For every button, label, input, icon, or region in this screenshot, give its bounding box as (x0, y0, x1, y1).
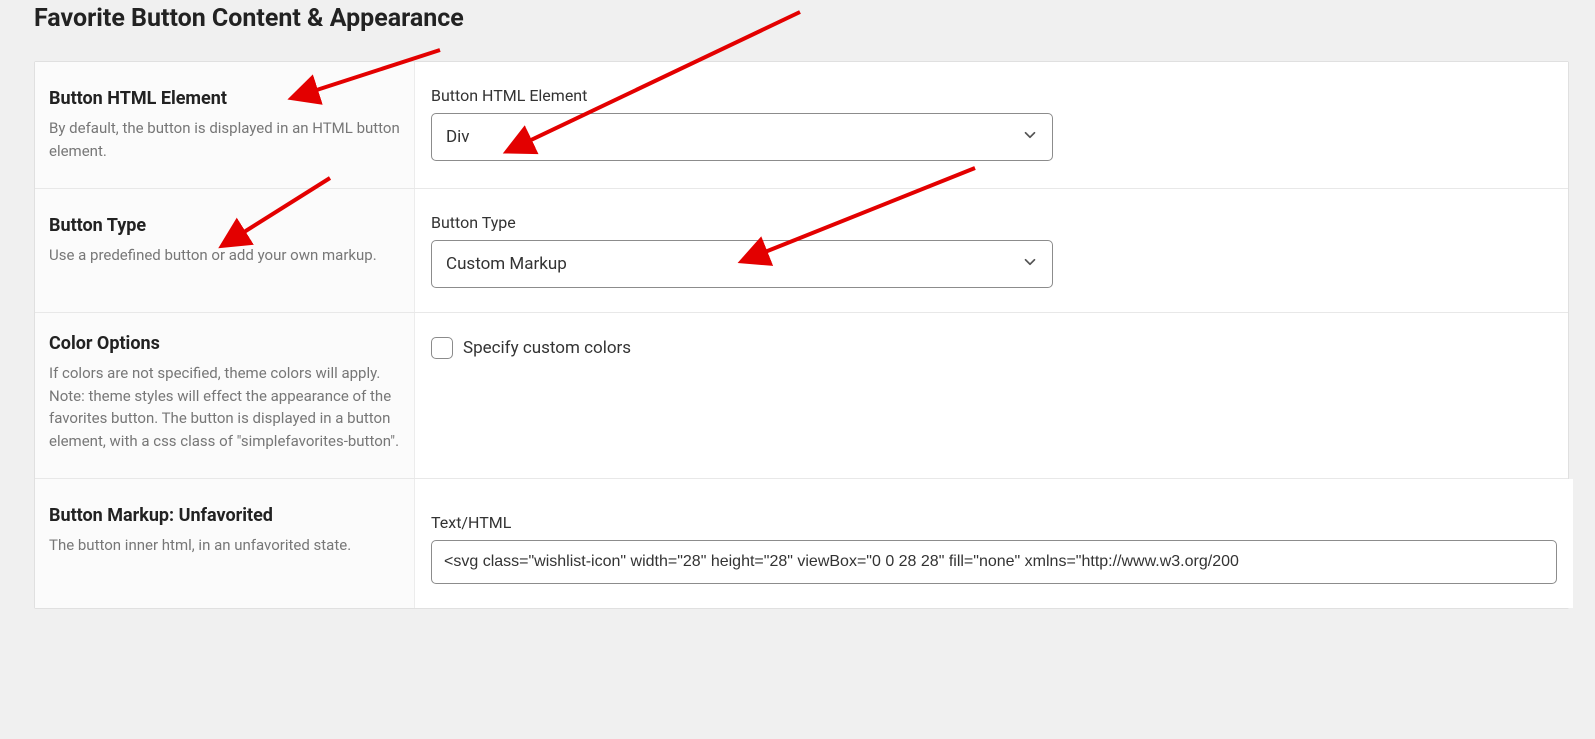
row-left: Button Type Use a predefined button or a… (35, 189, 415, 312)
row-right: Button HTML Element Div (415, 62, 1568, 188)
button-markup-unfavorited-input[interactable] (431, 540, 1557, 584)
setting-desc: The button inner html, in an unfavorited… (49, 534, 400, 557)
row-button-html-element: Button HTML Element By default, the butt… (35, 62, 1568, 189)
row-left: Button HTML Element By default, the butt… (35, 62, 415, 188)
setting-heading: Button HTML Element (49, 88, 400, 109)
row-button-type: Button Type Use a predefined button or a… (35, 189, 1568, 313)
page-title: Favorite Button Content & Appearance (0, 0, 1595, 33)
setting-heading: Button Type (49, 215, 400, 236)
row-button-markup-unfavorited: Button Markup: Unfavorited The button in… (35, 479, 1568, 608)
row-right: Text/HTML (415, 479, 1573, 608)
settings-panel: Button HTML Element By default, the butt… (34, 61, 1569, 609)
select-wrap: Custom Markup (431, 240, 1053, 288)
row-color-options: Color Options If colors are not specifie… (35, 313, 1568, 479)
setting-desc: Use a predefined button or add your own … (49, 244, 400, 267)
row-right: Specify custom colors (415, 313, 1568, 478)
select-wrap: Div (431, 113, 1053, 161)
checkbox-label: Specify custom colors (463, 338, 631, 358)
field-label: Button HTML Element (431, 86, 1552, 105)
setting-desc: If colors are not specified, theme color… (49, 362, 400, 452)
checkbox-line: Specify custom colors (431, 337, 1552, 359)
row-left: Color Options If colors are not specifie… (35, 313, 415, 478)
row-right: Button Type Custom Markup (415, 189, 1568, 312)
button-html-element-select[interactable]: Div (431, 113, 1053, 161)
button-type-select[interactable]: Custom Markup (431, 240, 1053, 288)
settings-page: Favorite Button Content & Appearance But… (0, 0, 1595, 739)
row-left: Button Markup: Unfavorited The button in… (35, 479, 415, 608)
setting-heading: Button Markup: Unfavorited (49, 505, 400, 526)
setting-heading: Color Options (49, 333, 400, 354)
field-label: Text/HTML (431, 513, 1557, 532)
setting-desc: By default, the button is displayed in a… (49, 117, 400, 162)
field-label: Button Type (431, 213, 1552, 232)
specify-custom-colors-checkbox[interactable] (431, 337, 453, 359)
